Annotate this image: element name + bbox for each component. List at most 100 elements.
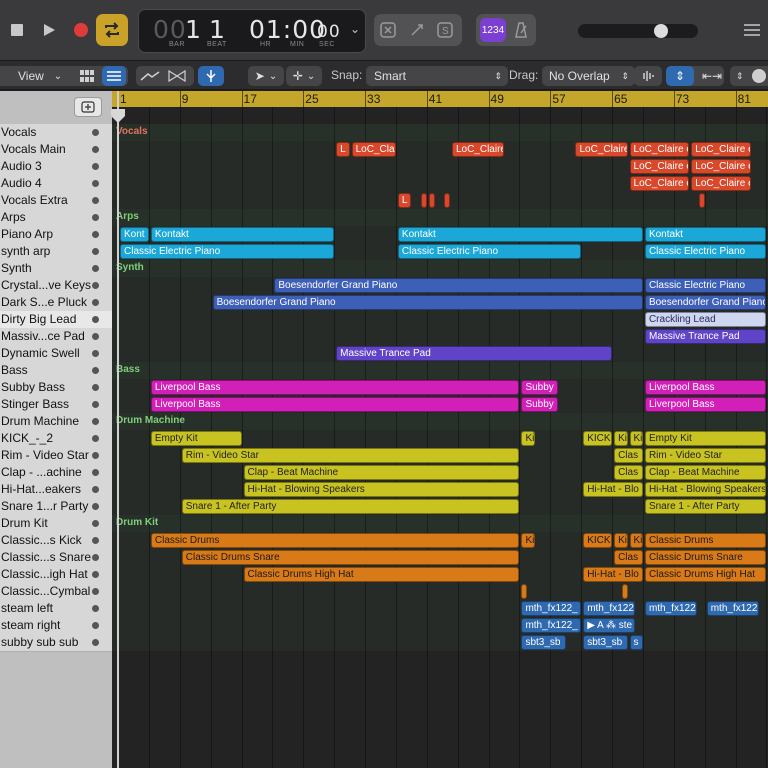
playhead-handle-icon[interactable] bbox=[110, 108, 126, 124]
track-header[interactable]: Dynamic Swell bbox=[0, 345, 112, 363]
region[interactable]: Classic Drums bbox=[150, 533, 520, 548]
region[interactable]: L bbox=[336, 142, 350, 157]
track-header[interactable]: Classic...Cymbal bbox=[0, 583, 112, 601]
master-volume-slider[interactable] bbox=[578, 24, 698, 38]
region[interactable]: Classic Drums bbox=[644, 533, 767, 548]
record-enable-dot-icon[interactable] bbox=[92, 163, 99, 170]
catch-playhead-button[interactable] bbox=[198, 66, 224, 86]
region[interactable] bbox=[428, 193, 435, 208]
region[interactable]: mth_fx122 bbox=[706, 601, 759, 616]
record-enable-dot-icon[interactable] bbox=[92, 299, 99, 306]
track-header[interactable]: Hi-Hat...eakers bbox=[0, 481, 112, 499]
lcd-display[interactable]: 00 1 1 01:00 00 BAR BEAT HR MIN SEC ⌄ bbox=[138, 9, 366, 53]
region[interactable]: Rim - Video Star bbox=[644, 448, 767, 463]
region[interactable]: Classic Electric Piano bbox=[644, 244, 767, 259]
region[interactable]: Clas bbox=[614, 550, 643, 565]
record-enable-dot-icon[interactable] bbox=[92, 316, 99, 323]
track-header[interactable]: Drum Kit bbox=[0, 515, 112, 533]
record-enable-dot-icon[interactable] bbox=[92, 435, 99, 442]
track-header[interactable]: Crystal...ve Keys bbox=[0, 277, 112, 295]
region[interactable]: Massive Trance Pad bbox=[336, 346, 613, 361]
region[interactable]: s bbox=[629, 635, 643, 650]
list-editors-button[interactable] bbox=[738, 14, 766, 46]
region[interactable]: Liverpool Bass bbox=[644, 380, 767, 395]
track-header[interactable]: Audio 3 bbox=[0, 158, 112, 176]
horizontal-fit-icon[interactable]: ⇤⇥ bbox=[702, 69, 722, 83]
track-header[interactable]: steam left bbox=[0, 600, 112, 618]
record-enable-dot-icon[interactable] bbox=[92, 571, 99, 578]
record-enable-dot-icon[interactable] bbox=[92, 639, 99, 646]
alt-tool-menu[interactable]: ✛ ⌄ bbox=[286, 66, 322, 86]
region[interactable] bbox=[444, 193, 450, 208]
region[interactable]: Liverpool Bass bbox=[150, 380, 520, 395]
record-enable-dot-icon[interactable] bbox=[92, 401, 99, 408]
tuner-icon[interactable] bbox=[409, 22, 425, 38]
region[interactable] bbox=[421, 193, 427, 208]
region[interactable]: Crackling Lead bbox=[644, 312, 767, 327]
record-enable-dot-icon[interactable] bbox=[92, 486, 99, 493]
record-enable-dot-icon[interactable] bbox=[92, 333, 99, 340]
region[interactable]: Boesendorfer Grand Piano bbox=[274, 278, 643, 293]
region[interactable]: Classic Electric Piano bbox=[397, 244, 582, 259]
track-header[interactable]: Rim - Video Star bbox=[0, 447, 112, 465]
track-header[interactable]: Vocals bbox=[0, 124, 112, 142]
drag-dropdown[interactable]: No Overlap ⇕ bbox=[542, 66, 635, 86]
region[interactable]: Boesendorfer Grand Piano bbox=[644, 295, 767, 310]
region[interactable]: Ki bbox=[614, 431, 628, 446]
region[interactable]: LoC_Claire e bbox=[629, 142, 690, 157]
record-enable-dot-icon[interactable] bbox=[92, 180, 99, 187]
region[interactable]: Kontakt bbox=[397, 227, 643, 242]
region[interactable]: Hi-Hat - Blowing Speakers bbox=[644, 482, 767, 497]
record-enable-dot-icon[interactable] bbox=[92, 588, 99, 595]
record-enable-dot-icon[interactable] bbox=[92, 503, 99, 510]
region[interactable]: L bbox=[397, 193, 412, 208]
record-enable-dot-icon[interactable] bbox=[92, 418, 99, 425]
region[interactable]: Snare 1 - After Party bbox=[644, 499, 767, 514]
replace-mode-icon[interactable] bbox=[380, 22, 396, 38]
record-enable-dot-icon[interactable] bbox=[92, 231, 99, 238]
record-enable-dot-icon[interactable] bbox=[92, 537, 99, 544]
region[interactable]: Clap - Beat Machine bbox=[644, 465, 767, 480]
track-header[interactable]: Vocals Main bbox=[0, 141, 112, 159]
volume-knob[interactable] bbox=[654, 24, 668, 38]
grid-view-icon[interactable] bbox=[80, 70, 94, 82]
region[interactable]: Massive Trance Pad bbox=[644, 329, 767, 344]
region[interactable]: Empty Kit bbox=[644, 431, 767, 446]
region[interactable]: Boesendorfer Grand Piano bbox=[212, 295, 643, 310]
record-enable-dot-icon[interactable] bbox=[92, 129, 99, 136]
zoom-slider[interactable]: ⇕ bbox=[730, 66, 768, 86]
record-enable-dot-icon[interactable] bbox=[92, 265, 99, 272]
record-enable-dot-icon[interactable] bbox=[92, 452, 99, 459]
region[interactable]: Ki bbox=[629, 431, 643, 446]
track-header[interactable]: Clap - ...achine bbox=[0, 464, 112, 482]
record-enable-dot-icon[interactable] bbox=[92, 469, 99, 476]
region[interactable]: Classic Drums High Hat bbox=[243, 567, 520, 582]
region[interactable]: ▶ A ⁂ ste bbox=[583, 618, 636, 633]
track-header[interactable]: synth arp bbox=[0, 243, 112, 261]
region[interactable]: Empty Kit bbox=[150, 431, 242, 446]
zoom-knob[interactable] bbox=[751, 69, 766, 83]
region[interactable]: KICK bbox=[583, 431, 613, 446]
region[interactable]: LoC_Claire e bbox=[629, 176, 690, 191]
region[interactable]: Liverpool Bass bbox=[150, 397, 520, 412]
record-enable-dot-icon[interactable] bbox=[92, 350, 99, 357]
region[interactable]: Clas bbox=[614, 448, 643, 463]
record-enable-dot-icon[interactable] bbox=[92, 367, 99, 374]
record-enable-dot-icon[interactable] bbox=[92, 248, 99, 255]
metronome-icon[interactable] bbox=[512, 21, 530, 39]
pointer-tool-menu[interactable]: ➤ ⌄ bbox=[248, 66, 284, 86]
region[interactable]: Liverpool Bass bbox=[644, 397, 767, 412]
region[interactable] bbox=[521, 584, 528, 599]
track-header[interactable]: Bass bbox=[0, 362, 112, 380]
region[interactable]: Subby bbox=[521, 397, 559, 412]
region[interactable]: LoC_Claire bbox=[451, 142, 504, 157]
region[interactable]: Classic Drums Snare bbox=[181, 550, 520, 565]
track-header[interactable]: steam right bbox=[0, 617, 112, 635]
cycle-button[interactable] bbox=[96, 14, 128, 46]
record-enable-dot-icon[interactable] bbox=[92, 146, 99, 153]
region[interactable]: Ki bbox=[614, 533, 628, 548]
record-enable-dot-icon[interactable] bbox=[92, 520, 99, 527]
region[interactable]: Ki bbox=[629, 533, 643, 548]
record-enable-dot-icon[interactable] bbox=[92, 282, 99, 289]
track-header[interactable]: Classic...s Snare bbox=[0, 549, 112, 567]
